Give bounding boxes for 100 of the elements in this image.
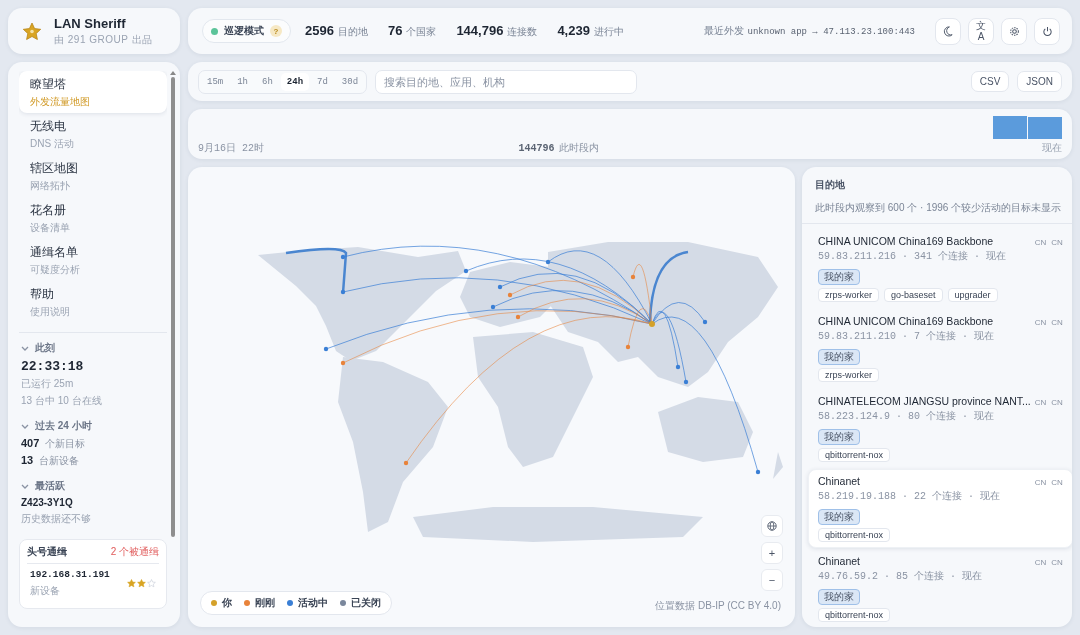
scroll-up-icon[interactable] <box>170 71 176 75</box>
count-value: 13 <box>21 454 34 466</box>
nav-item[interactable]: 通缉名单 可疑度分析 <box>19 239 167 281</box>
destination-name: CHINA UNICOM China169 Backbone <box>818 235 994 247</box>
recent-label: 最近外发 <box>703 24 744 38</box>
language-button[interactable]: 文 A <box>968 17 994 45</box>
legend-label: 活动中 <box>298 596 328 610</box>
app-chip: qbittorrent-nox <box>818 448 891 462</box>
row-note: 新设备 <box>30 585 60 596</box>
star-badge-icon <box>22 21 42 41</box>
nav-item[interactable]: 瞭望塔 外发流量地图 <box>19 71 167 113</box>
stat-label: 连接数 <box>507 25 538 39</box>
legend-label: 刚刚 <box>255 596 275 610</box>
section-heading: 过去 24 小时 <box>35 419 92 433</box>
stat-label: 个国家 <box>406 25 437 39</box>
nav-item[interactable]: 辖区地图 网络拓扑 <box>19 155 167 197</box>
section-heading: 此刻 <box>35 341 55 355</box>
legend-label: 你 <box>222 596 232 610</box>
country-code: CN <box>1051 238 1063 247</box>
end-label: 现在 <box>1042 141 1062 155</box>
globe-button[interactable] <box>761 515 783 537</box>
summary-text: 此时段内观察到 600 个 · 1996 个较少活动的目标未显示 <box>815 202 1062 213</box>
moon-icon <box>942 25 954 37</box>
device-name: Z423-3Y1Q <box>20 497 74 508</box>
count-value: 407 <box>21 437 40 449</box>
time-range-tab[interactable]: 6h <box>256 72 279 91</box>
uptime-text: 已运行 25m <box>20 377 75 391</box>
time-range-tab[interactable]: 7d <box>311 72 334 91</box>
zoom-out-button[interactable]: − <box>761 569 783 591</box>
settings-button[interactable] <box>1001 17 1027 45</box>
note-text: 历史数据还不够 <box>20 512 92 526</box>
destination-item[interactable]: CHINATELECOM JIANGSU province NANT... CN CN 58.223.124.9 · 80 个连接 · 现在 我的家 qbittorrent-nox <box>808 389 1072 468</box>
count-label: 个新目标 <box>45 437 86 451</box>
chevron-icon[interactable] <box>21 422 29 430</box>
nav-item[interactable]: 无线电 DNS 活动 <box>19 113 167 155</box>
online-count-text: 13 台中 10 台在线 <box>20 394 103 408</box>
power-button[interactable] <box>1034 17 1060 45</box>
destination-meta: 49.76.59.2 · 85 个连接 · 现在 <box>818 570 984 583</box>
tag-chip: 我的家 <box>818 509 860 525</box>
destination-item[interactable]: CHINA UNICOM China169 Backbone CN CN 59.83.211.216 · 341 个连接 · 现在 我的家 zrps-worker go-baseset upgrader <box>808 229 1072 308</box>
stat-value: 2596 <box>305 23 334 38</box>
legend-label: 已关闭 <box>351 596 381 610</box>
app-chip: zrps-worker <box>818 288 879 302</box>
country-code: CN <box>1051 558 1063 567</box>
zoom-in-button[interactable]: + <box>761 542 783 564</box>
total-count: 144796 <box>518 143 555 154</box>
destination-meta: 58.219.19.188 · 22 个连接 · 现在 <box>818 490 1002 503</box>
app-chip: qbittorrent-nox <box>818 528 891 542</box>
time-range-tab[interactable]: 15m <box>201 72 230 91</box>
destination-item[interactable]: Chinanet CN CN 58.219.19.188 · 22 个连接 · 现在 我的家 qbittorrent-nox <box>808 469 1072 548</box>
theme-button[interactable] <box>935 17 961 45</box>
destination-meta: 59.83.211.216 · 341 个连接 · 现在 <box>818 250 1008 263</box>
globe-icon <box>767 521 777 531</box>
tag-chip: 我的家 <box>818 349 860 365</box>
country-code: CN <box>1034 318 1047 327</box>
stat-value: 144,796 <box>456 23 504 38</box>
search-field[interactable]: 搜索目的地、应用、机构 <box>375 69 638 94</box>
destination-meta: 58.223.124.9 · 80 个连接 · 现在 <box>818 410 996 423</box>
destination-item[interactable]: Chinanet CN CN 49.76.59.2 · 85 个连接 · 现在 我的家 qbittorrent-nox <box>808 549 1072 627</box>
destination-item[interactable]: CHINA UNICOM China169 Backbone CN CN 59.83.211.210 · 7 个连接 · 现在 我的家 zrps-worker <box>808 309 1072 388</box>
chevron-icon[interactable] <box>21 344 29 352</box>
destination-name: CHINA UNICOM China169 Backbone <box>818 315 994 327</box>
country-code: CN <box>1034 478 1047 487</box>
card-title: 头号通缉 <box>27 545 67 559</box>
app-chip: qbittorrent-nox <box>818 608 891 622</box>
stat-value: 4,239 <box>557 23 590 38</box>
tag-chip: 我的家 <box>818 429 860 445</box>
ip-address: 192.168.31.191 <box>30 569 110 580</box>
attribution-text: 位置数据 DB-IP (CC BY 4.0) <box>655 599 781 613</box>
star-icon <box>127 579 136 588</box>
app-chip: go-baseset <box>884 288 943 302</box>
destination-name: Chinanet <box>818 475 861 487</box>
star-icon <box>147 579 156 588</box>
app-chip: zrps-worker <box>818 368 879 382</box>
stat-label: 目的地 <box>337 25 368 39</box>
export-button[interactable]: CSV <box>970 71 1010 92</box>
settings-icon <box>1008 25 1020 37</box>
activity-bars-drawing <box>993 116 1062 139</box>
panel-title: 目的地 <box>815 178 846 192</box>
time-range-tab[interactable]: 30d <box>335 72 365 91</box>
tag-chip: 我的家 <box>818 269 860 285</box>
country-code: CN <box>1034 238 1047 247</box>
chevron-icon[interactable] <box>21 482 29 490</box>
patrol-mode-toggle[interactable]: 巡逻模式 ? <box>202 19 291 43</box>
time-range-tab[interactable]: 24h <box>280 72 310 91</box>
country-code: CN <box>1051 478 1063 487</box>
country-code: CN <box>1034 558 1047 567</box>
app-title: LAN Sheriff <box>54 15 127 31</box>
nav-item[interactable]: 花名册 设备清单 <box>19 197 167 239</box>
country-code: CN <box>1051 318 1063 327</box>
destination-name: CHINATELECOM JIANGSU province NANT... <box>818 395 1031 407</box>
time-range-tab[interactable]: 1h <box>231 72 254 91</box>
nav-item[interactable]: 帮助 使用说明 <box>19 281 167 323</box>
export-button[interactable]: JSON <box>1017 71 1062 92</box>
section-heading: 最活跃 <box>35 479 65 493</box>
wanted-count: 2 个被通缉 <box>110 545 159 559</box>
scrollbar-thumb[interactable] <box>171 77 175 537</box>
total-label: 此时段内 <box>558 141 599 155</box>
stat-value: 76 <box>387 23 403 38</box>
power-icon <box>1041 25 1053 37</box>
